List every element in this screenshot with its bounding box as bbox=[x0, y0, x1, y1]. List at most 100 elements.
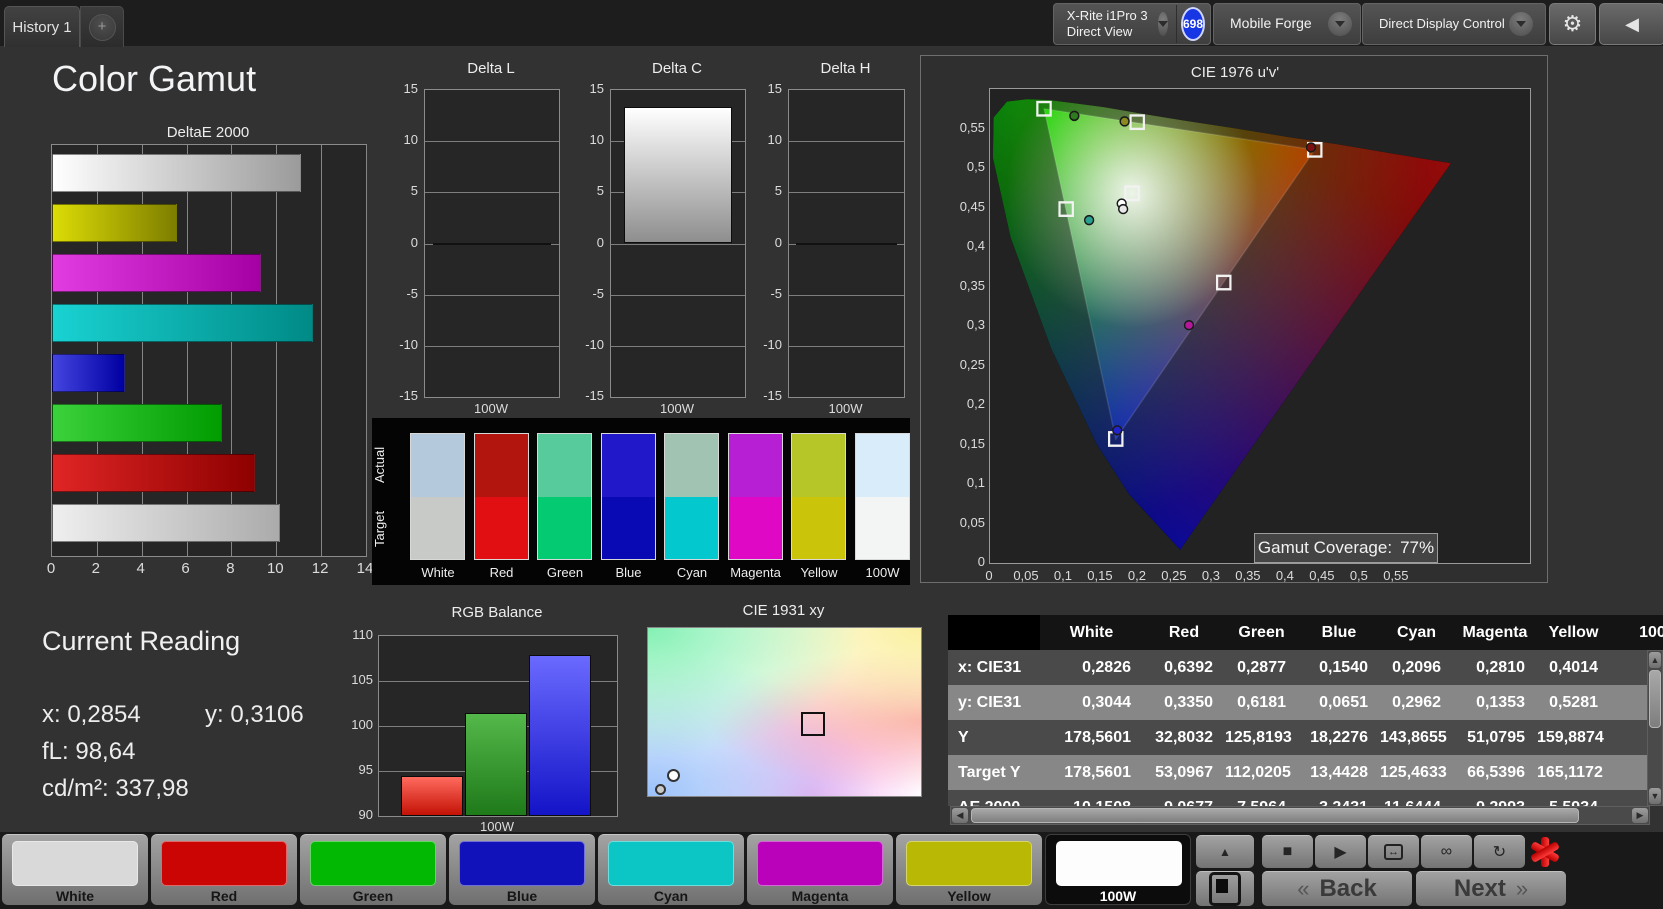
gridline bbox=[425, 345, 559, 347]
color-patch bbox=[906, 841, 1032, 886]
tab-label: History 1 bbox=[12, 18, 72, 36]
next-label: Next bbox=[1453, 875, 1506, 902]
target-swatch bbox=[791, 497, 846, 560]
bar-yellow bbox=[52, 204, 178, 242]
pattern-button-green[interactable]: Green bbox=[300, 834, 446, 905]
pattern-window-button[interactable] bbox=[1196, 871, 1254, 906]
range-button[interactable]: ↔ bbox=[1368, 835, 1419, 868]
cell-value: 51,0795 bbox=[1467, 729, 1525, 746]
tick-label: 15 bbox=[403, 81, 418, 96]
tick-label: 0,05 bbox=[1013, 568, 1039, 583]
pattern-button-magenta[interactable]: Magenta bbox=[747, 834, 893, 905]
reading-y: y: 0,3106 bbox=[205, 701, 304, 728]
cell-value: 11,6444 bbox=[1380, 790, 1453, 806]
pattern-label: Blue bbox=[506, 888, 538, 904]
tick-label: 0 bbox=[774, 234, 782, 250]
tick-label: 0,25 bbox=[1161, 568, 1187, 583]
header-cell: Blue bbox=[1321, 624, 1357, 641]
reading-x: x: 0,2854 bbox=[42, 701, 141, 728]
tick-label: 0,05 bbox=[959, 514, 985, 530]
scroll-up-icon[interactable]: ▲ bbox=[1649, 652, 1661, 668]
back-button[interactable]: « Back bbox=[1262, 871, 1412, 906]
table-horizontal-scrollbar[interactable]: ◀ ▶ bbox=[950, 806, 1650, 825]
scrollbar-thumb[interactable] bbox=[971, 808, 1579, 823]
chevron-down-icon[interactable] bbox=[1509, 12, 1533, 36]
delta-bar bbox=[624, 107, 732, 244]
cell-value: 165,1172 bbox=[1537, 764, 1603, 781]
delta-plot-area bbox=[610, 89, 746, 398]
tick-label: 4 bbox=[136, 560, 145, 577]
scrollbar-thumb[interactable] bbox=[1649, 670, 1661, 728]
chevron-down-icon[interactable] bbox=[1328, 12, 1352, 36]
tick-label: 15 bbox=[589, 81, 604, 96]
color-patch bbox=[1056, 841, 1182, 886]
chevron-down-icon[interactable] bbox=[1157, 12, 1168, 36]
header-cell: 100W bbox=[1639, 624, 1663, 641]
cell-value: 0,5281 bbox=[1549, 694, 1598, 711]
target-marker bbox=[800, 711, 825, 736]
next-button[interactable]: Next » bbox=[1416, 871, 1566, 906]
refresh-button[interactable]: ↻ bbox=[1474, 835, 1525, 868]
tick-label: 0 bbox=[410, 234, 418, 250]
gridline bbox=[186, 145, 188, 556]
pattern-label: Red bbox=[210, 888, 238, 904]
table-header-row: White Red Green Blue Cyan Magenta Yellow 100W bbox=[948, 615, 1663, 650]
measured-marker-white2 bbox=[1117, 203, 1129, 215]
pattern-window-up-button[interactable]: ▲ bbox=[1196, 835, 1254, 868]
delta-plot-area bbox=[424, 89, 560, 398]
gridline bbox=[789, 141, 904, 143]
chart-title: CIE 1931 xy bbox=[742, 602, 825, 619]
scroll-down-icon[interactable]: ▼ bbox=[1649, 788, 1661, 804]
bar-green bbox=[52, 404, 223, 442]
coverage-label: Gamut Coverage: bbox=[1257, 538, 1393, 557]
coverage-value: 77% bbox=[1400, 538, 1435, 557]
target-swatch bbox=[600, 497, 656, 560]
settings-button[interactable]: ⚙ bbox=[1549, 3, 1596, 45]
pattern-button-white[interactable]: White bbox=[2, 834, 148, 905]
tick-label: 10 bbox=[589, 132, 604, 148]
collapse-left-icon: ◀ bbox=[1625, 13, 1639, 34]
cell-value: 9,0677 bbox=[1143, 790, 1225, 806]
meter-dropdown[interactable]: X-Rite i1Pro 3 Direct View 698 bbox=[1053, 3, 1211, 45]
cie-1976-diagram[interactable] bbox=[989, 88, 1531, 564]
source-dropdown[interactable]: Mobile Forge bbox=[1213, 3, 1361, 45]
cell-value: 9,2993 bbox=[1453, 790, 1537, 806]
delta-xlabel: 100W bbox=[660, 401, 694, 416]
pattern-button-blue[interactable]: Blue bbox=[449, 834, 595, 905]
chart-title: CIE 1976 u'v' bbox=[1190, 64, 1280, 81]
cell-value: 7,5964 bbox=[1225, 790, 1298, 806]
tick-label: 105 bbox=[351, 672, 373, 687]
tick-label: 6 bbox=[181, 560, 190, 577]
scroll-right-icon[interactable]: ▶ bbox=[1632, 808, 1648, 823]
gridline bbox=[366, 145, 367, 556]
pattern-bar: White Red Green Blue Cyan Magenta Yellow 100W ▲… bbox=[0, 832, 1663, 909]
chart-title: Delta H bbox=[820, 60, 871, 77]
gridline bbox=[789, 192, 904, 194]
tick-label: 2 bbox=[91, 560, 101, 577]
play-button[interactable]: ▶ bbox=[1315, 835, 1366, 868]
meter-count-badge[interactable]: 698 bbox=[1180, 7, 1205, 41]
cie-1931-diagram[interactable] bbox=[647, 627, 922, 797]
add-tab-button[interactable]: + bbox=[80, 6, 124, 47]
display-control-dropdown[interactable]: Direct Display Control bbox=[1362, 3, 1546, 45]
swatch-column-red: Red bbox=[473, 418, 529, 585]
pattern-button-red[interactable]: Red bbox=[151, 834, 297, 905]
collapse-panel-button[interactable]: ◀ bbox=[1599, 3, 1663, 45]
color-patch bbox=[608, 841, 734, 886]
scroll-left-icon[interactable]: ◀ bbox=[952, 808, 968, 823]
pattern-button-100w[interactable]: 100W bbox=[1045, 834, 1191, 905]
tick-label: 0 bbox=[46, 560, 56, 577]
source-label: Mobile Forge bbox=[1230, 15, 1312, 32]
tick-label: 0,1 bbox=[1053, 568, 1072, 583]
pattern-button-yellow[interactable]: Yellow bbox=[896, 834, 1042, 905]
pattern-label: 100W bbox=[1099, 888, 1137, 904]
infinity-button[interactable]: ∞ bbox=[1421, 835, 1472, 868]
row-label: x: CIE31 bbox=[958, 659, 1022, 676]
table-vertical-scrollbar[interactable]: ▲ ▼ bbox=[1647, 650, 1663, 806]
tab-history-1[interactable]: History 1 bbox=[4, 6, 80, 47]
cell-value: 0,3044 bbox=[1082, 694, 1131, 711]
stop-button[interactable]: ■ bbox=[1262, 835, 1313, 868]
pattern-button-cyan[interactable]: Cyan bbox=[598, 834, 744, 905]
stop-icon: ■ bbox=[1282, 843, 1293, 860]
calman-asterisk-icon[interactable] bbox=[1527, 834, 1563, 870]
